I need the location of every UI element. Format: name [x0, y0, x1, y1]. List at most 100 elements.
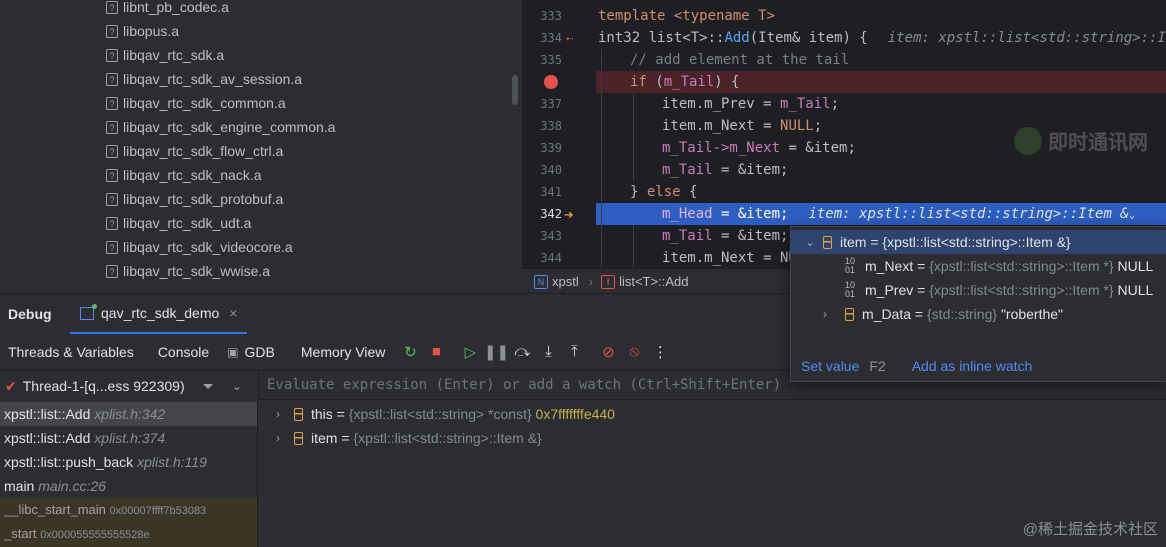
breakpoint-icon[interactable] — [544, 75, 558, 89]
tab-threads-variables[interactable]: Threads & Variables — [0, 344, 146, 360]
file-label: libqav_rtc_sdk_udt.a — [123, 215, 252, 231]
popup-field-row[interactable]: › m_Data = {std::string} "roberthe" — [823, 302, 1166, 326]
checkmark-icon: ✔ — [5, 377, 17, 394]
chevron-down-icon[interactable]: ⌄ — [805, 230, 823, 254]
code-line: m_Head = &item; item: xpstl::list<std::st… — [662, 203, 1135, 225]
tree-file[interactable]: ? libopus.a — [106, 20, 179, 42]
tree-file[interactable]: ? libqav_rtc_sdk_udt.a — [106, 212, 251, 234]
step-into-icon[interactable]: ⤓ — [535, 343, 561, 360]
code-function: Add — [724, 30, 750, 46]
code-line: } else { — [630, 181, 697, 203]
thread-selector[interactable]: ✔ Thread-1-[q...ess 922309) ⏷ ⌄ — [0, 370, 257, 402]
add-inline-watch-link[interactable]: Add as inline watch — [912, 358, 1033, 374]
step-over-icon[interactable]: ⤼ — [509, 343, 535, 360]
breadcrumb-function[interactable]: list<T>::Add — [619, 274, 688, 289]
tree-file[interactable]: ? libqav_rtc_sdk_protobuf.a — [106, 188, 283, 210]
chevron-down-icon[interactable]: ⌄ — [1129, 208, 1136, 221]
step-out-icon[interactable]: ⤒ — [561, 343, 587, 360]
tree-file[interactable]: ? libqav_rtc_sdk_av_session.a — [106, 68, 302, 90]
code-text: = &item; — [712, 162, 789, 178]
view-breakpoints-icon[interactable]: ⊘ — [595, 343, 621, 361]
tab-gdb[interactable]: GDB — [239, 344, 287, 360]
variable-row[interactable]: › this = {xpstl::list<std::string> *cons… — [276, 402, 615, 426]
field-value: NULL — [1117, 282, 1154, 298]
set-value-shortcut: F2 — [869, 358, 886, 374]
line-number: 344 — [540, 251, 562, 265]
tree-scrollbar[interactable] — [512, 75, 518, 105]
field-name: m_Data — [862, 306, 912, 322]
frame-function: Add — [65, 406, 91, 422]
stack-frame[interactable]: main main.cc:26 — [0, 474, 257, 498]
tree-file[interactable]: ? libqav_rtc_sdk_videocore.a — [106, 236, 293, 258]
variable-inspector-popup: ⌄ item = {xpstl::list<std::string>::Item… — [790, 226, 1166, 382]
code-field: m_Head — [662, 206, 713, 222]
code-text: item.m_Next — [662, 250, 755, 266]
tree-file[interactable]: ? libqav_rtc_sdk_engine_common.a — [106, 116, 335, 138]
set-value-link[interactable]: Set value — [801, 358, 859, 374]
field-value: "roberthe" — [1000, 306, 1064, 322]
unknown-file-icon: ? — [106, 96, 118, 110]
line-number: 339 — [540, 141, 562, 155]
namespace-icon: N — [534, 274, 548, 289]
popup-root-row[interactable]: ⌄ item = {xpstl::list<std::string>::Item… — [791, 230, 1166, 254]
close-icon[interactable]: × — [229, 305, 237, 321]
stack-frame[interactable]: xpstl::list::Add xplist.h:342 — [0, 402, 257, 426]
variable-row[interactable]: › item = {xpstl::list<std::string>::Item… — [276, 426, 542, 450]
rerun-icon[interactable]: ↻ — [397, 343, 423, 361]
code-line: if (m_Tail) { — [630, 71, 740, 93]
unknown-file-icon: ? — [106, 48, 118, 62]
tab-memory-view[interactable]: Memory View — [293, 344, 398, 360]
line-number: 342 — [540, 207, 562, 221]
tree-file[interactable]: ? libqav_rtc_sdk_common.a — [106, 92, 286, 114]
line-number: 334 — [540, 31, 562, 45]
frame-function: Add — [65, 430, 91, 446]
variable-icon — [823, 235, 832, 249]
frame-location: xplist.h:119 — [137, 454, 207, 470]
code-text: ; — [813, 118, 823, 134]
stack-frame[interactable]: __libc_start_main 0x00007ffff7b53083 — [0, 498, 257, 522]
variable-type: {xpstl::list<std::string> *const} — [348, 406, 532, 422]
code-text: ; — [830, 96, 840, 112]
tab-console[interactable]: Console — [150, 344, 221, 360]
chevron-right-icon[interactable]: › — [276, 402, 294, 426]
inline-value-hint[interactable]: item: xpstl::list<std::string>::Item & — [808, 206, 1128, 222]
code-line: m_Tail->m_Next = &item; — [662, 137, 856, 159]
variables-list: › this = {xpstl::list<std::string> *cons… — [258, 401, 1166, 547]
chevron-right-icon[interactable]: › — [276, 426, 294, 450]
resume-icon[interactable]: ▷ — [457, 343, 483, 361]
popup-field-row[interactable]: 10 01 m_Next = {xpstl::list<std::string>:… — [845, 254, 1166, 278]
variable-name: item — [311, 430, 338, 446]
mute-breakpoints-icon[interactable]: ⦸ — [621, 343, 647, 360]
code-line: int32 list<T>::Add(Item& item) {item: xp… — [598, 27, 1166, 49]
tab-debug-session[interactable]: qav_rtc_sdk_demo × — [70, 294, 248, 334]
field-type: {std::string} — [927, 306, 998, 322]
tree-file[interactable]: ? libqav_rtc_sdk_wwise.a — [106, 260, 270, 282]
code-text: ( — [646, 74, 664, 90]
chevron-right-icon[interactable]: › — [823, 302, 841, 326]
step-into-icon[interactable]: ⇠ — [566, 27, 573, 49]
stack-frame[interactable]: xpstl::list::Add xplist.h:374 — [0, 426, 257, 450]
tree-file[interactable]: ? libqav_rtc_sdk_flow_ctrl.a — [106, 140, 283, 162]
code-text: = &item; — [780, 140, 856, 156]
tree-file[interactable]: ? libnt_pb_codec.a — [106, 0, 229, 18]
frame-address: 0x00007ffff7b53083 — [109, 505, 207, 517]
code-field: m_Tail — [662, 162, 713, 178]
more-options-icon[interactable]: ⋮ — [647, 343, 673, 361]
unknown-file-icon: ? — [106, 168, 118, 182]
run-config-icon — [80, 303, 97, 320]
breadcrumb-namespace[interactable]: xpstl — [552, 274, 579, 289]
frame-location: xplist.h:342 — [94, 406, 166, 422]
filter-icon[interactable]: ⏷ — [203, 378, 214, 395]
chevron-down-icon[interactable]: ⌄ — [232, 379, 242, 393]
file-label: libqav_rtc_sdk_protobuf.a — [123, 191, 284, 207]
stack-frame[interactable]: _start 0x000055555555528e — [0, 522, 257, 547]
popup-field-row[interactable]: 10 01 m_Prev = {xpstl::list<std::string>:… — [845, 278, 1166, 302]
indent-guide — [601, 49, 602, 268]
stop-icon[interactable]: ■ — [423, 343, 449, 360]
pause-icon[interactable]: ❚❚ — [483, 343, 509, 361]
frame-function: main — [4, 478, 35, 494]
stack-frame[interactable]: xpstl::list::push_back xplist.h:119 — [0, 450, 257, 474]
tree-file[interactable]: ? libqav_rtc_sdk.a — [106, 44, 224, 66]
code-field: m_Tail — [662, 228, 713, 244]
tree-file[interactable]: ? libqav_rtc_sdk_nack.a — [106, 164, 262, 186]
